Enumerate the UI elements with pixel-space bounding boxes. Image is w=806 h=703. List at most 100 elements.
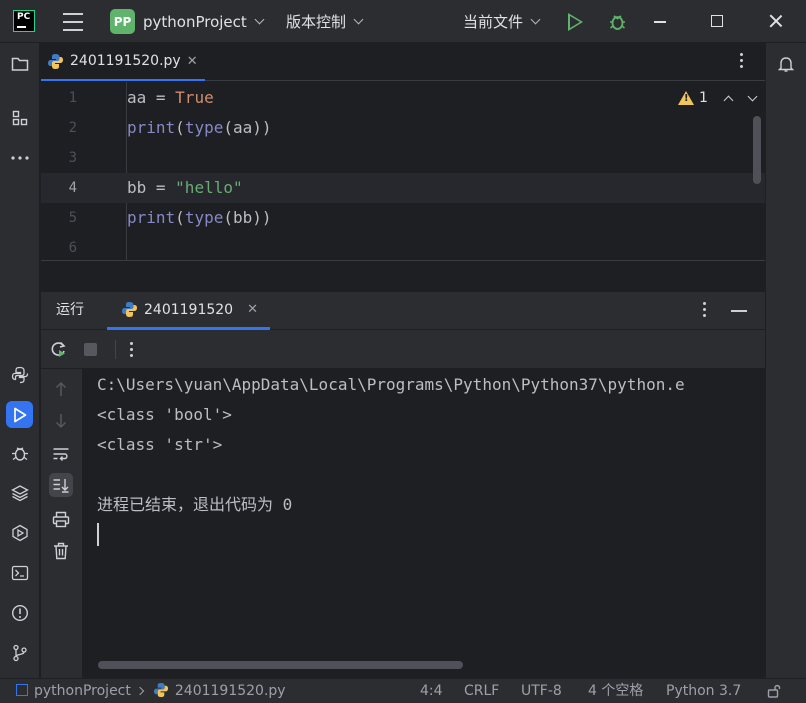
code-text: print(type(bb)) — [127, 203, 272, 233]
code-editor[interactable]: 1 aa = True 2 print(type(aa)) 3 4 bb = "hello"… — [41, 82, 765, 260]
scroll-down-icon[interactable] — [49, 409, 73, 433]
console-line: C:\Users\yuan\AppData\Local\Programs\Pyt… — [97, 375, 685, 394]
pycharm-logo-icon[interactable]: PC — [13, 10, 35, 32]
console-horizontal-scrollbar[interactable] — [98, 661, 463, 669]
caret-position[interactable]: 4:4 — [420, 679, 443, 703]
close-button[interactable] — [768, 13, 784, 29]
warning-icon — [678, 91, 694, 105]
maximize-button[interactable] — [711, 15, 723, 27]
toolbar-separator — [115, 340, 116, 359]
services-icon[interactable] — [8, 521, 32, 545]
code-line[interactable]: 2 print(type(aa)) — [41, 113, 765, 143]
python-file-icon — [122, 302, 137, 317]
close-tab-icon[interactable]: ✕ — [187, 54, 198, 69]
code-token: ( — [175, 118, 185, 137]
editor-tab-bar: 2401191520.py ✕ — [41, 43, 765, 81]
console-line: <class 'str'> — [97, 435, 223, 454]
stop-icon[interactable] — [84, 343, 97, 356]
line-ending[interactable]: CRLF — [464, 679, 499, 703]
run-config-label: 当前文件 — [463, 13, 524, 31]
console-side-toolbar — [41, 369, 82, 678]
code-line[interactable]: 3 — [41, 143, 765, 173]
more-actions-icon[interactable] — [130, 342, 133, 357]
chevron-down-icon[interactable] — [747, 91, 758, 101]
logo-text: PC — [17, 12, 31, 22]
lock-icon[interactable] — [767, 684, 781, 698]
notifications-bell-icon[interactable] — [774, 52, 798, 76]
console-output[interactable]: C:\Users\yuan\AppData\Local\Programs\Pyt… — [82, 369, 765, 678]
vcs-label: 版本控制 — [286, 13, 347, 31]
trash-icon[interactable] — [49, 539, 73, 563]
run-panel-title: 运行 — [56, 302, 84, 318]
line-number[interactable]: 4 — [41, 173, 77, 203]
project-badge[interactable]: PP — [110, 9, 135, 34]
scroll-to-end-icon[interactable] — [49, 473, 73, 497]
line-number[interactable]: 1 — [41, 83, 77, 113]
run-tab[interactable]: 2401191520 ✕ — [107, 292, 270, 330]
debug-bug-icon[interactable] — [609, 12, 626, 31]
run-tool-icon[interactable] — [6, 401, 33, 428]
git-branch-icon[interactable] — [8, 641, 32, 665]
minimize-button[interactable] — [654, 21, 666, 23]
run-play-icon[interactable] — [568, 13, 583, 31]
code-token: True — [175, 88, 214, 107]
rerun-icon[interactable] — [50, 341, 67, 358]
problems-icon[interactable] — [8, 601, 32, 625]
project-folder-icon[interactable] — [8, 52, 32, 76]
line-number[interactable]: 5 — [41, 203, 77, 233]
code-line[interactable]: 5 print(type(bb)) — [41, 203, 765, 233]
breadcrumb-file[interactable]: 2401191520.py — [175, 683, 286, 699]
chevron-down-icon — [530, 14, 541, 24]
project-name: pythonProject — [143, 12, 247, 31]
code-token: aa = — [127, 88, 176, 107]
chevron-right-icon — [135, 686, 145, 696]
python-file-icon — [153, 682, 168, 698]
hide-panel-button[interactable] — [731, 310, 747, 312]
more-tools-icon[interactable] — [8, 146, 32, 170]
inspection-widget[interactable]: 1 — [678, 90, 758, 106]
console-line: 进程已结束，退出代码为 0 — [97, 495, 293, 514]
code-line[interactable]: 1 aa = True — [41, 83, 765, 113]
debug-tool-icon[interactable] — [8, 441, 32, 465]
code-line[interactable]: 6 — [41, 233, 765, 260]
line-number[interactable]: 6 — [41, 233, 77, 260]
file-encoding[interactable]: UTF-8 — [521, 679, 562, 703]
code-token: bb = — [127, 178, 176, 197]
run-config-selector[interactable]: 当前文件 — [463, 0, 541, 43]
tab-options-icon[interactable] — [733, 53, 749, 71]
scroll-up-icon[interactable] — [49, 377, 73, 401]
python-interpreter[interactable]: Python 3.7 — [666, 679, 741, 703]
terminal-icon[interactable] — [8, 561, 32, 585]
python-file-icon — [48, 53, 63, 69]
code-text: bb = "hello" — [127, 173, 243, 203]
structure-icon[interactable] — [8, 106, 32, 130]
layers-icon[interactable] — [8, 481, 32, 505]
chevron-up-icon[interactable] — [723, 95, 734, 105]
python-console-icon[interactable] — [8, 363, 32, 387]
run-panel-header: 运行 2401191520 ✕ — [41, 292, 765, 330]
run-options-icon[interactable] — [703, 302, 706, 317]
editor-scrollbar[interactable] — [753, 116, 761, 184]
code-token: type — [184, 118, 224, 137]
breadcrumb-project[interactable]: pythonProject — [34, 683, 131, 699]
editor-tab[interactable]: 2401191520.py ✕ — [41, 43, 205, 81]
chevron-down-icon — [254, 14, 265, 24]
indent-setting[interactable]: 4 个空格 — [588, 679, 643, 703]
code-line[interactable]: 4 bb = "hello" — [41, 173, 765, 203]
line-number[interactable]: 3 — [41, 143, 77, 173]
project-icon — [16, 684, 28, 696]
panel-splitter[interactable] — [41, 260, 765, 292]
print-icon[interactable] — [49, 507, 73, 531]
project-switcher[interactable]: pythonProject — [143, 0, 265, 43]
close-run-tab-icon[interactable]: ✕ — [247, 302, 258, 317]
code-text: print(type(aa)) — [127, 113, 272, 143]
main-menu-icon[interactable] — [62, 0, 84, 43]
run-toolbar — [41, 330, 765, 369]
code-text: aa = True — [127, 83, 214, 113]
chevron-down-icon — [353, 14, 364, 24]
line-number[interactable]: 2 — [41, 113, 77, 143]
console-caret — [97, 523, 99, 546]
soft-wrap-icon[interactable] — [49, 442, 73, 466]
breadcrumb: pythonProject 2401191520.py — [16, 679, 286, 703]
vcs-menu[interactable]: 版本控制 — [286, 0, 364, 43]
